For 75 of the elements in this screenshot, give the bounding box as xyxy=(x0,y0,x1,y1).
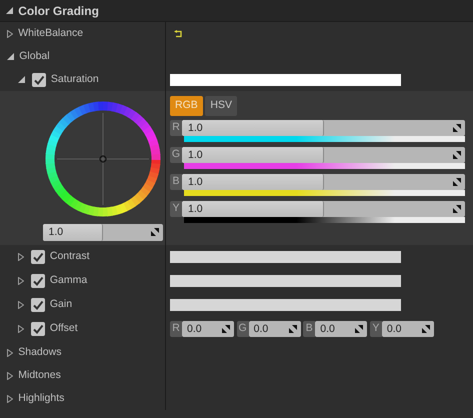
field-value: 0.0 xyxy=(386,322,402,337)
field-value: 1.0 xyxy=(48,225,64,240)
reset-arrow-icon[interactable] xyxy=(174,30,183,38)
drag-handle-icon[interactable] xyxy=(288,325,297,333)
collapsed-triangle-icon[interactable] xyxy=(7,348,13,356)
collapsed-triangle-icon[interactable] xyxy=(18,253,24,261)
drag-handle-icon[interactable] xyxy=(453,204,461,213)
property-label: Gamma xyxy=(50,273,88,288)
collapsed-triangle-icon[interactable] xyxy=(18,301,24,309)
slider-field[interactable]: 1.0 xyxy=(182,174,465,190)
expanded-triangle-icon[interactable] xyxy=(18,76,25,83)
property-label: Offset xyxy=(50,321,78,336)
field-value: 0.0 xyxy=(320,322,335,337)
section-label: Midtones xyxy=(18,368,61,383)
mode-tab[interactable]: HSV xyxy=(205,96,237,116)
channel-label: Y xyxy=(170,200,182,217)
expanded-triangle-icon[interactable] xyxy=(6,7,13,14)
drag-handle-icon[interactable] xyxy=(150,228,158,236)
field-value: 1.0 xyxy=(188,120,203,136)
panel-header[interactable]: Color Grading xyxy=(0,0,473,22)
collapsed-triangle-icon[interactable] xyxy=(18,277,24,285)
section-label: Global xyxy=(19,48,50,64)
section-label: Shadows xyxy=(18,344,62,360)
property-label: Contrast xyxy=(50,249,90,264)
slider-fill[interactable] xyxy=(182,174,324,190)
slider-fill[interactable] xyxy=(42,224,102,242)
color-swatch[interactable] xyxy=(170,299,401,311)
number-field[interactable]: 1.0 xyxy=(42,224,162,242)
channel-label: Y xyxy=(370,321,382,337)
section-label: Highlights xyxy=(18,390,64,406)
expanded-triangle-icon[interactable] xyxy=(7,53,14,60)
channel-label: G xyxy=(170,146,182,163)
channel-label: B xyxy=(170,174,182,190)
number-field[interactable]: 0.0 xyxy=(248,321,301,337)
drag-handle-icon[interactable] xyxy=(453,150,461,159)
drag-handle-icon[interactable] xyxy=(453,178,461,186)
slider-fill[interactable] xyxy=(182,120,324,136)
section-title: Color Grading xyxy=(18,2,99,20)
number-field[interactable]: 0.0 xyxy=(382,321,434,337)
field-value: 0.0 xyxy=(187,322,202,337)
slider-fill[interactable] xyxy=(182,146,324,163)
collapsed-triangle-icon[interactable] xyxy=(7,372,13,380)
field-value: 1.0 xyxy=(188,202,203,217)
property-label: Saturation xyxy=(50,72,99,87)
color-swatch[interactable] xyxy=(170,251,401,263)
collapsed-triangle-icon[interactable] xyxy=(18,325,24,333)
slider-field[interactable]: 1.0 xyxy=(182,146,465,163)
checkbox[interactable] xyxy=(30,298,45,312)
slider-fill[interactable] xyxy=(182,200,324,217)
checkbox[interactable] xyxy=(30,274,45,288)
drag-handle-icon[interactable] xyxy=(355,325,364,333)
number-field[interactable]: 0.0 xyxy=(315,321,368,337)
drag-handle-icon[interactable] xyxy=(422,325,430,333)
channel-label: R xyxy=(170,321,182,337)
checkbox[interactable] xyxy=(30,322,45,336)
checkbox[interactable] xyxy=(32,72,46,86)
channel-label: B xyxy=(303,321,316,337)
channel-label: G xyxy=(236,321,249,337)
field-value: 1.0 xyxy=(188,148,203,163)
channel-label: R xyxy=(170,120,182,136)
color-swatch[interactable] xyxy=(170,275,401,287)
drag-handle-icon[interactable] xyxy=(222,325,230,333)
slider-field[interactable]: 1.0 xyxy=(182,200,465,217)
color-swatch[interactable] xyxy=(170,74,401,86)
number-field[interactable]: 0.0 xyxy=(182,321,234,337)
collapsed-triangle-icon[interactable] xyxy=(7,30,13,38)
drag-handle-icon[interactable] xyxy=(453,124,461,132)
property-label: Gain xyxy=(50,297,72,312)
collapsed-triangle-icon[interactable] xyxy=(7,394,13,402)
section-label: WhiteBalance xyxy=(18,26,84,41)
color-wheel[interactable] xyxy=(42,99,162,219)
slider-field[interactable]: 1.0 xyxy=(182,120,465,136)
field-value: 1.0 xyxy=(188,174,203,190)
field-value: 0.0 xyxy=(254,322,268,337)
checkbox[interactable] xyxy=(30,250,45,264)
